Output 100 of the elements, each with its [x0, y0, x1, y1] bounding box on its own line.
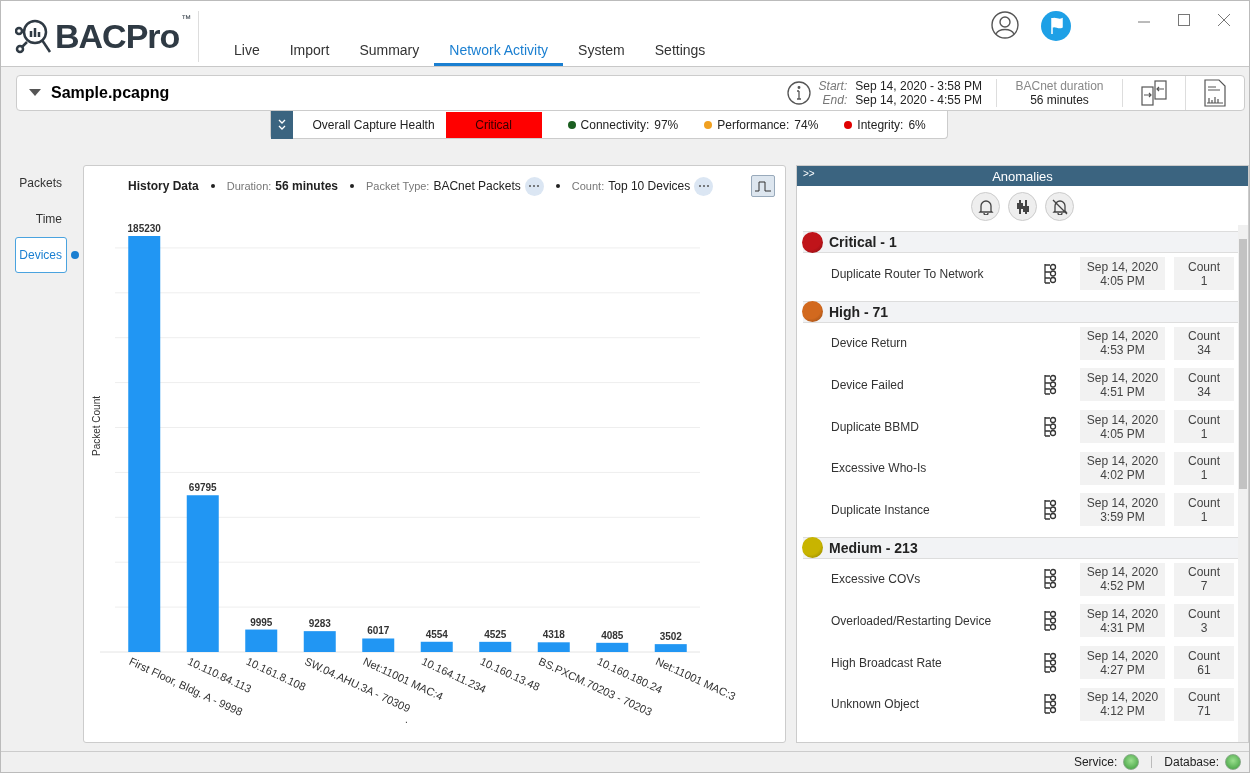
- hierarchy-icon[interactable]: [1043, 498, 1057, 521]
- count-label: Count: [1188, 329, 1220, 344]
- count-value: 1: [1200, 468, 1208, 483]
- step-chart-button[interactable]: [751, 175, 775, 197]
- date: Sep 14, 2020: [1086, 412, 1159, 427]
- end-time: Sep 14, 2020 - 4:55 PM: [855, 93, 982, 107]
- metric-label: Integrity:: [857, 117, 904, 132]
- hierarchy-icon[interactable]: [1043, 609, 1057, 632]
- health-status: Critical: [445, 111, 542, 138]
- anomaly-name: Unknown Object: [831, 697, 921, 712]
- group-header[interactable]: Medium - 213: [803, 536, 1238, 559]
- time: 4:51 PM: [1100, 385, 1145, 399]
- flag-icon[interactable]: [1041, 11, 1071, 41]
- caret-icon: [29, 89, 41, 97]
- hierarchy-icon[interactable]: [1043, 374, 1057, 396]
- count-value: 1: [1200, 509, 1208, 524]
- data-label: 9995: [250, 616, 273, 628]
- count-value: 34: [1197, 343, 1211, 358]
- selection-dot: [71, 251, 79, 259]
- sliders-filter-button[interactable]: [1008, 192, 1037, 221]
- date: Sep 14, 2020: [1086, 371, 1159, 385]
- date: Sep 14, 2020: [1086, 329, 1159, 344]
- group-header[interactable]: High - 71: [803, 300, 1238, 323]
- view-tab[interactable]: Time: [15, 201, 67, 237]
- hierarchy-icon[interactable]: [1043, 651, 1057, 674]
- view-tab[interactable]: Packets: [15, 165, 67, 201]
- count-value: 61: [1197, 662, 1211, 677]
- count-label: Count: [1188, 495, 1220, 510]
- info-icon[interactable]: [786, 81, 811, 105]
- collapse-button[interactable]: >>: [803, 168, 815, 179]
- date: Sep 14, 2020: [1086, 259, 1159, 274]
- count-label: Count:: [571, 180, 605, 192]
- anomaly-name: Excessive COVs: [831, 572, 922, 587]
- duration-value: 56 minutes: [1030, 93, 1089, 107]
- bar: [596, 642, 629, 652]
- count-value: 34: [1197, 385, 1211, 399]
- metric-label: Performance:: [717, 117, 790, 132]
- nav-tab[interactable]: Settings: [639, 40, 721, 66]
- panel-title: Anomalies: [992, 168, 1053, 184]
- count-value: 1: [1200, 273, 1208, 288]
- count-value: 7: [1200, 579, 1208, 594]
- nav-tab[interactable]: Summary: [344, 40, 435, 66]
- user-icon[interactable]: [991, 11, 1019, 39]
- anomaly-name: Duplicate Router To Network: [831, 266, 985, 281]
- status-label: Database:: [1164, 755, 1219, 769]
- group-label: High - 71: [829, 303, 889, 320]
- scrollbar[interactable]: [1238, 225, 1248, 742]
- time: 4:31 PM: [1100, 620, 1145, 635]
- nav-tab[interactable]: System: [563, 40, 640, 66]
- close-icon: [1217, 13, 1231, 27]
- bell-filter-button[interactable]: [971, 192, 1000, 221]
- sliders-icon: [1014, 198, 1031, 215]
- view-tab[interactable]: Devices: [15, 237, 67, 273]
- metric-label: Connectivity:: [580, 117, 650, 132]
- time: 4:12 PM: [1100, 704, 1145, 719]
- nav-tab[interactable]: Network Activity: [434, 40, 564, 66]
- hierarchy-icon[interactable]: [1043, 568, 1057, 591]
- file-dropdown[interactable]: Sample.pcapng: [17, 84, 787, 102]
- metric-value: 6%: [908, 117, 926, 132]
- hierarchy-icon[interactable]: [1043, 693, 1057, 716]
- expand-button[interactable]: [270, 110, 293, 139]
- date: Sep 14, 2020: [1086, 690, 1159, 705]
- more-button[interactable]: [694, 176, 714, 196]
- bar: [479, 641, 512, 652]
- date: Sep 14, 2020: [1086, 565, 1159, 580]
- end-label: End:: [821, 93, 848, 107]
- bar: [654, 644, 687, 652]
- start-label: Start:: [818, 79, 848, 93]
- hierarchy-icon[interactable]: [1043, 262, 1057, 285]
- nav-tab[interactable]: Import: [274, 40, 345, 66]
- bar: [245, 629, 278, 652]
- bell-off-filter-button[interactable]: [1045, 192, 1074, 221]
- bar: [303, 631, 336, 652]
- duration-value: 56 minutes: [275, 179, 339, 193]
- anomaly-name: Overloaded/Restarting Device: [831, 613, 993, 628]
- chart-title: History Data: [128, 179, 199, 193]
- date: Sep 14, 2020: [1086, 495, 1159, 510]
- packet-type-value: BACnet Packets: [433, 179, 521, 193]
- nav-tab[interactable]: Live: [219, 40, 275, 66]
- time: 4:02 PM: [1100, 468, 1145, 483]
- axis-title: Packet Count: [91, 396, 102, 456]
- group-header[interactable]: Critical - 1: [803, 231, 1238, 253]
- anomaly-name: High Broadcast Rate: [831, 655, 943, 670]
- metric-value: 74%: [794, 117, 819, 132]
- hierarchy-icon[interactable]: [1043, 415, 1057, 438]
- time: 3:59 PM: [1100, 509, 1145, 524]
- more-button[interactable]: [524, 176, 544, 196]
- step-line-icon: [755, 180, 771, 192]
- date: Sep 14, 2020: [1086, 454, 1159, 469]
- count-value: 3: [1200, 620, 1208, 635]
- data-label: 4318: [542, 629, 565, 641]
- chevrons-down-icon: [277, 118, 286, 131]
- data-label: 9283: [308, 618, 331, 630]
- data-label: 185230: [127, 223, 161, 234]
- time: 4:52 PM: [1100, 579, 1145, 594]
- minimize-icon: [1137, 21, 1151, 23]
- time: 4:27 PM: [1100, 662, 1145, 677]
- data-label: 69795: [188, 482, 217, 494]
- bell-off-icon: [1051, 198, 1068, 215]
- split-arrows-icon: [1141, 80, 1167, 106]
